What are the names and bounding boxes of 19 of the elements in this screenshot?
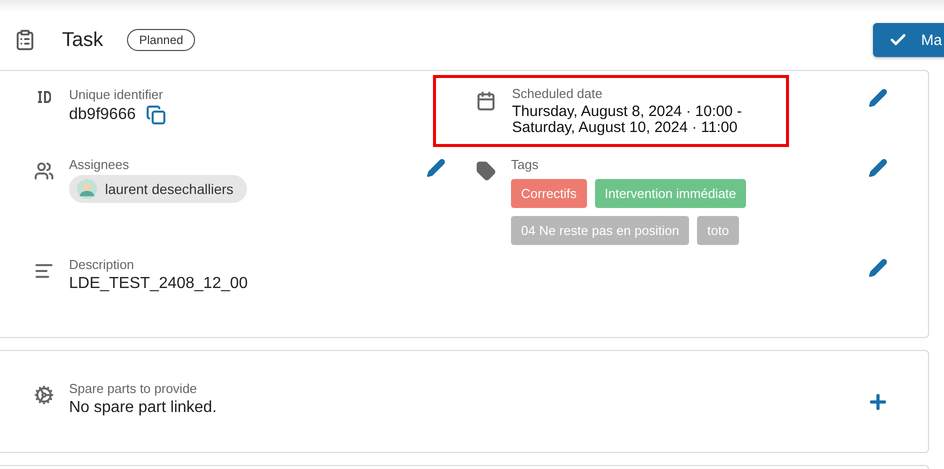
spare-parts-value: No spare part linked. bbox=[69, 399, 218, 417]
field-label: Tags bbox=[511, 156, 540, 172]
status-badge: Planned bbox=[127, 29, 196, 51]
tag-chip: toto bbox=[697, 216, 739, 244]
field-label: Assignees bbox=[69, 156, 130, 172]
tag-chip: Correctifs bbox=[511, 178, 587, 208]
scheduled-date: Saturday, August 10, 2024 · 11:00 bbox=[512, 120, 738, 136]
scheduled-date: Thursday, August 8, 2024 · 10:00 - bbox=[512, 104, 743, 120]
field-label: Scheduled date bbox=[512, 86, 604, 101]
description-value: LDE_TEST_2408_12_00 bbox=[69, 274, 249, 292]
tag-chip: Intervention immédiate bbox=[594, 178, 746, 208]
tag-chip: 04 Ne reste pas en position bbox=[511, 216, 690, 244]
field-label: Spare parts to provide bbox=[69, 381, 198, 396]
identifier-value: db9f9666 bbox=[69, 106, 136, 124]
mark-done-button[interactable]: Ma bbox=[873, 23, 944, 57]
page-title: Task bbox=[62, 28, 104, 52]
assignee-chip[interactable]: laurent desechalliers bbox=[69, 174, 248, 202]
field-label: Unique identifier bbox=[69, 87, 164, 102]
field-label: Description bbox=[69, 256, 136, 272]
